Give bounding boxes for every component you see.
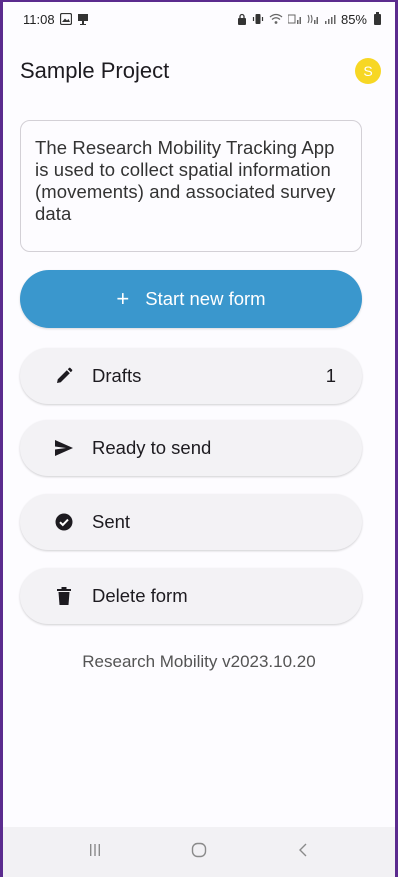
sent-button[interactable]: Sent: [20, 494, 362, 550]
gallery-icon: [59, 13, 72, 25]
status-bar: 11:08 85%: [3, 2, 395, 36]
delete-form-button[interactable]: Delete form: [20, 568, 362, 624]
recents-icon: [88, 843, 102, 862]
cast-icon: [77, 13, 89, 25]
back-icon: [297, 842, 309, 863]
drafts-label: Drafts: [92, 365, 142, 386]
delete-form-label: Delete form: [92, 585, 188, 606]
volte-icon: [287, 13, 302, 25]
recents-button[interactable]: [75, 837, 115, 867]
description-text: The Research Mobility Tracking App is us…: [35, 137, 336, 224]
back-button[interactable]: [283, 837, 323, 867]
check-circle-icon: [54, 512, 74, 532]
home-button[interactable]: [179, 837, 219, 867]
battery-icon: [374, 11, 381, 25]
battery-percent: 85%: [340, 11, 367, 27]
lock-icon: [237, 13, 247, 25]
wifi-icon: [269, 13, 283, 25]
start-new-form-label: Start new form: [145, 288, 266, 309]
send-icon: [54, 438, 74, 458]
sent-label: Sent: [92, 511, 131, 532]
trash-icon: [54, 586, 74, 606]
description-card: The Research Mobility Tracking App is us…: [20, 120, 362, 252]
start-new-form-button[interactable]: + Start new form: [20, 270, 362, 328]
app-title: Sample Project: [20, 58, 170, 83]
status-time: 11:08: [23, 11, 55, 27]
navigation-bar: [3, 827, 395, 877]
call-signal-icon: [324, 13, 336, 25]
phone-screen: 11:08 85% Sample Project S The Research …: [0, 0, 398, 877]
signal-icon: [307, 13, 319, 25]
avatar[interactable]: S: [355, 58, 381, 84]
version-text: Research Mobility v2023.10.20: [82, 652, 316, 671]
drafts-count: 1: [325, 365, 336, 386]
vibrate-icon: [252, 13, 264, 25]
pencil-icon: [54, 366, 74, 386]
ready-to-send-label: Ready to send: [92, 437, 212, 458]
ready-to-send-button[interactable]: Ready to send: [20, 420, 362, 476]
home-icon: [191, 842, 207, 863]
plus-icon: +: [116, 286, 130, 311]
drafts-button[interactable]: Drafts 1: [20, 348, 362, 404]
app-bar: Sample Project S: [3, 48, 395, 94]
status-left: 11:08: [23, 12, 89, 27]
status-right: 85%: [237, 11, 381, 27]
